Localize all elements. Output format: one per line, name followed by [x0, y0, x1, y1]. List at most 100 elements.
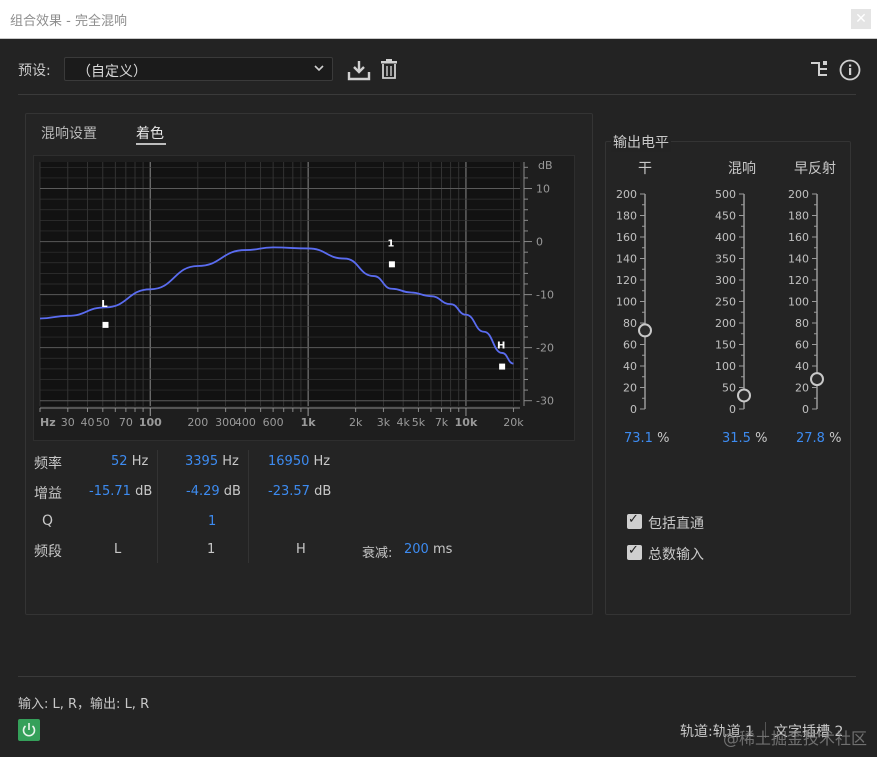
x-tick-label: 7k — [435, 416, 449, 429]
x-tick-label: 1k — [301, 416, 317, 429]
slider-tick-label: 0 — [630, 403, 637, 416]
eq-handle-L[interactable] — [102, 321, 109, 328]
preset-label: 预设: — [18, 63, 51, 79]
level-sliders[interactable]: 2001801601401201008060402005004504003503… — [605, 180, 849, 420]
slider-tick-label: 120 — [616, 274, 637, 287]
band-1-q[interactable]: 1 — [208, 514, 216, 529]
slider-knob[interactable] — [638, 323, 652, 338]
eq-handle-1[interactable] — [388, 261, 395, 268]
band-1-freq[interactable]: 3395 Hz — [185, 454, 239, 469]
x-tick-label: 30 — [61, 416, 75, 429]
slider-tick-label: 100 — [616, 296, 637, 309]
slider-tick-label: 20 — [623, 382, 637, 395]
slider-tick-label: 40 — [795, 360, 809, 373]
eq-graph-frame: dB 10 0 -10 -20 -30 Hz 30 40 50 70 100 200 300 400 600… — [33, 155, 575, 441]
decay-label: 衰减: — [362, 546, 393, 561]
power-button[interactable] — [18, 719, 40, 741]
power-icon — [22, 723, 36, 737]
band-l-freq[interactable]: 52 Hz — [111, 454, 148, 469]
x-tick-label: 50 — [96, 416, 110, 429]
slider-tick-label: 140 — [616, 253, 637, 266]
title-bar: 组合效果 - 完全混响 ✕ — [0, 0, 877, 39]
slider-tick-label: 150 — [715, 339, 736, 352]
x-tick-label: 300 — [215, 416, 236, 429]
slider-tick-label: 500 — [715, 188, 736, 201]
checkmark-icon: ✓ — [628, 543, 639, 558]
slider-tick-label: 160 — [788, 231, 809, 244]
slider-tick-label: 0 — [729, 403, 736, 416]
x-tick-label: 20k — [503, 416, 524, 429]
x-tick-label: 100 — [139, 416, 162, 429]
band-h-gain[interactable]: -23.57 dB — [268, 484, 331, 499]
y-axis: dB 10 0 -10 -20 -30 — [523, 159, 554, 408]
divider — [18, 94, 856, 95]
sum-inputs-label: 总数输入 — [648, 547, 704, 563]
eq-handle-label: 1 — [387, 238, 394, 249]
slider-tick-label: 200 — [788, 188, 809, 201]
window-title: 组合效果 - 完全混响 — [10, 14, 127, 29]
y-tick-label: -10 — [536, 289, 554, 302]
dry-label: 干 — [638, 161, 652, 177]
slider-tick-label: 50 — [722, 382, 736, 395]
band-l-gain[interactable]: -15.71 dB — [89, 484, 152, 499]
slider-tick-label: 180 — [616, 210, 637, 223]
x-tick-label: 10k — [455, 416, 478, 429]
x-tick-label: 3k — [377, 416, 391, 429]
include-direct-checkbox[interactable]: ✓ — [627, 512, 642, 529]
sum-inputs-checkbox[interactable]: ✓ — [627, 543, 642, 560]
io-info: 输入: L, R，输出: L, R — [18, 697, 150, 712]
delete-preset-icon[interactable] — [379, 58, 399, 80]
freq-label: 频率 — [34, 456, 62, 472]
x-tick-label: 400 — [235, 416, 256, 429]
column-divider — [157, 450, 158, 563]
slider-tick-label: 40 — [623, 360, 637, 373]
preset-dropdown[interactable]: （自定义） — [64, 57, 333, 81]
q-label: Q — [42, 513, 54, 529]
eq-grid — [39, 162, 520, 406]
tab-reverb-settings[interactable]: 混响设置 — [41, 123, 97, 143]
slider-tick-label: 60 — [795, 339, 809, 352]
slider-tick-label: 0 — [802, 403, 809, 416]
slider-knob[interactable] — [737, 388, 751, 403]
divider — [18, 676, 856, 677]
reverb-value[interactable]: 31.5 % — [722, 431, 767, 446]
close-button[interactable]: ✕ — [851, 9, 871, 29]
eq-graph[interactable]: dB100-10-20-30 Hz 30 40 50 70 100 200 300400 600… — [34, 156, 574, 440]
slider-tick-label: 80 — [795, 317, 809, 330]
slider-tick-label: 120 — [788, 274, 809, 287]
y-axis-unit: dB — [538, 159, 553, 172]
early-reflections-value[interactable]: 27.8 % — [796, 431, 841, 446]
slider-tick-label: 350 — [715, 253, 736, 266]
save-preset-icon[interactable] — [347, 59, 371, 81]
reverb-label: 混响 — [728, 161, 756, 177]
x-tick-label: 4k — [396, 416, 410, 429]
slider-tick-label: 400 — [715, 231, 736, 244]
band-h-freq[interactable]: 16950 Hz — [268, 454, 330, 469]
y-tick-label: -20 — [536, 342, 554, 355]
band-label: 频段 — [34, 544, 62, 560]
routing-icon[interactable] — [809, 60, 829, 78]
active-tab-indicator — [136, 143, 166, 145]
slider-tick-label: 20 — [795, 382, 809, 395]
decay-field[interactable]: 200 ms — [404, 542, 452, 557]
eq-handle-H[interactable] — [499, 363, 506, 370]
preset-value: （自定义） — [77, 64, 147, 80]
x-tick-label: 200 — [187, 416, 208, 429]
dry-value[interactable]: 73.1 % — [624, 431, 669, 446]
slider-knob[interactable] — [810, 372, 824, 387]
info-icon[interactable] — [839, 59, 861, 81]
slider-tick-label: 160 — [616, 231, 637, 244]
include-direct-label: 包括直通 — [648, 516, 704, 532]
y-tick-label: 10 — [536, 183, 550, 196]
early-reflections-label: 早反射 — [794, 161, 836, 177]
tab-coloration[interactable]: 着色 — [136, 123, 164, 143]
close-icon: ✕ — [855, 11, 867, 27]
band-1-gain[interactable]: -4.29 dB — [186, 484, 241, 499]
band-l-name: L — [114, 542, 122, 557]
gain-label: 增益 — [34, 486, 62, 502]
slider-tick-label: 60 — [623, 339, 637, 352]
x-tick-label: 70 — [119, 416, 133, 429]
x-tick-label: 40 — [81, 416, 95, 429]
x-tick-label: 2k — [349, 416, 363, 429]
slider-tick-label: 250 — [715, 296, 736, 309]
